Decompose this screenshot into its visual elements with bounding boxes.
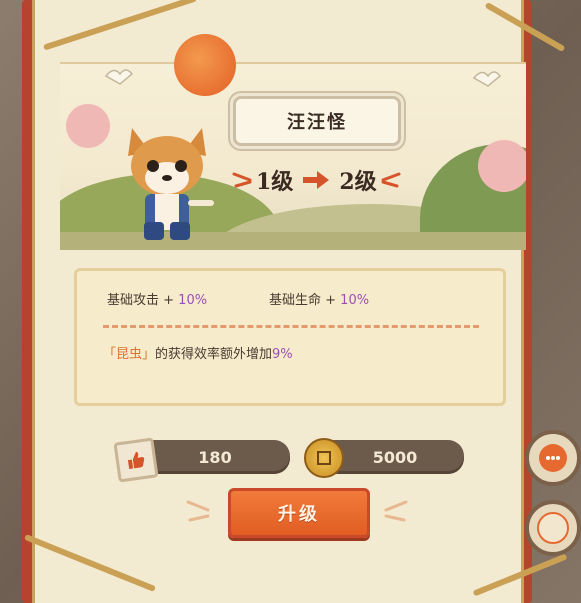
level-to: 2级 (339, 169, 377, 195)
bonus-value: 9% (272, 347, 293, 362)
stat-attack: 基础攻击 + 10% (107, 289, 207, 308)
bonus-tag: 「昆虫」 (103, 347, 156, 362)
coin-cost: 5000 (326, 440, 464, 474)
stat-value: 10% (340, 293, 370, 308)
spark-right-icon (384, 500, 408, 522)
coin-value: 5000 (372, 447, 418, 467)
bird-icon (104, 69, 134, 85)
level-change: 1级 2级 (232, 164, 432, 196)
coin-icon (304, 438, 344, 478)
bonus-line: 「昆虫」的获得效率额外增加9% (103, 343, 293, 362)
gift-icon (537, 512, 569, 544)
stats-panel: 基础攻击 + 10% 基础生命 + 10% 「昆虫」的获得效率额外增加9% (74, 268, 506, 406)
chat-button[interactable] (525, 430, 581, 486)
blossom-tree (478, 140, 526, 192)
level-from: 1级 (256, 169, 294, 195)
blossom-tree (66, 104, 110, 148)
stat-label: 基础攻击 + (107, 293, 179, 308)
likes-value: 180 (198, 447, 232, 467)
spark-left-icon (186, 500, 210, 522)
stat-label: 基础生命 + (269, 293, 341, 308)
stat-value: 10% (178, 293, 208, 308)
arrow-icon (303, 171, 330, 189)
bonus-text: 的获得效率额外增加 (155, 347, 273, 362)
title-plaque: 汪汪怪 (233, 96, 401, 146)
character-name: 汪汪怪 (287, 112, 347, 133)
gift-button[interactable] (525, 500, 581, 556)
divider (103, 325, 479, 328)
bird-icon (472, 71, 502, 87)
thumbs-up-icon (113, 437, 159, 483)
spark-right-icon (381, 172, 401, 188)
upgrade-button[interactable]: 升级 (228, 488, 370, 538)
spark-left-icon (232, 172, 252, 188)
sun (174, 34, 236, 96)
stat-health: 基础生命 + 10% (269, 289, 369, 308)
likes-cost: 180 (140, 440, 290, 474)
chat-icon (539, 444, 567, 472)
dog-character (128, 128, 214, 240)
upgrade-label: 升级 (278, 504, 320, 525)
